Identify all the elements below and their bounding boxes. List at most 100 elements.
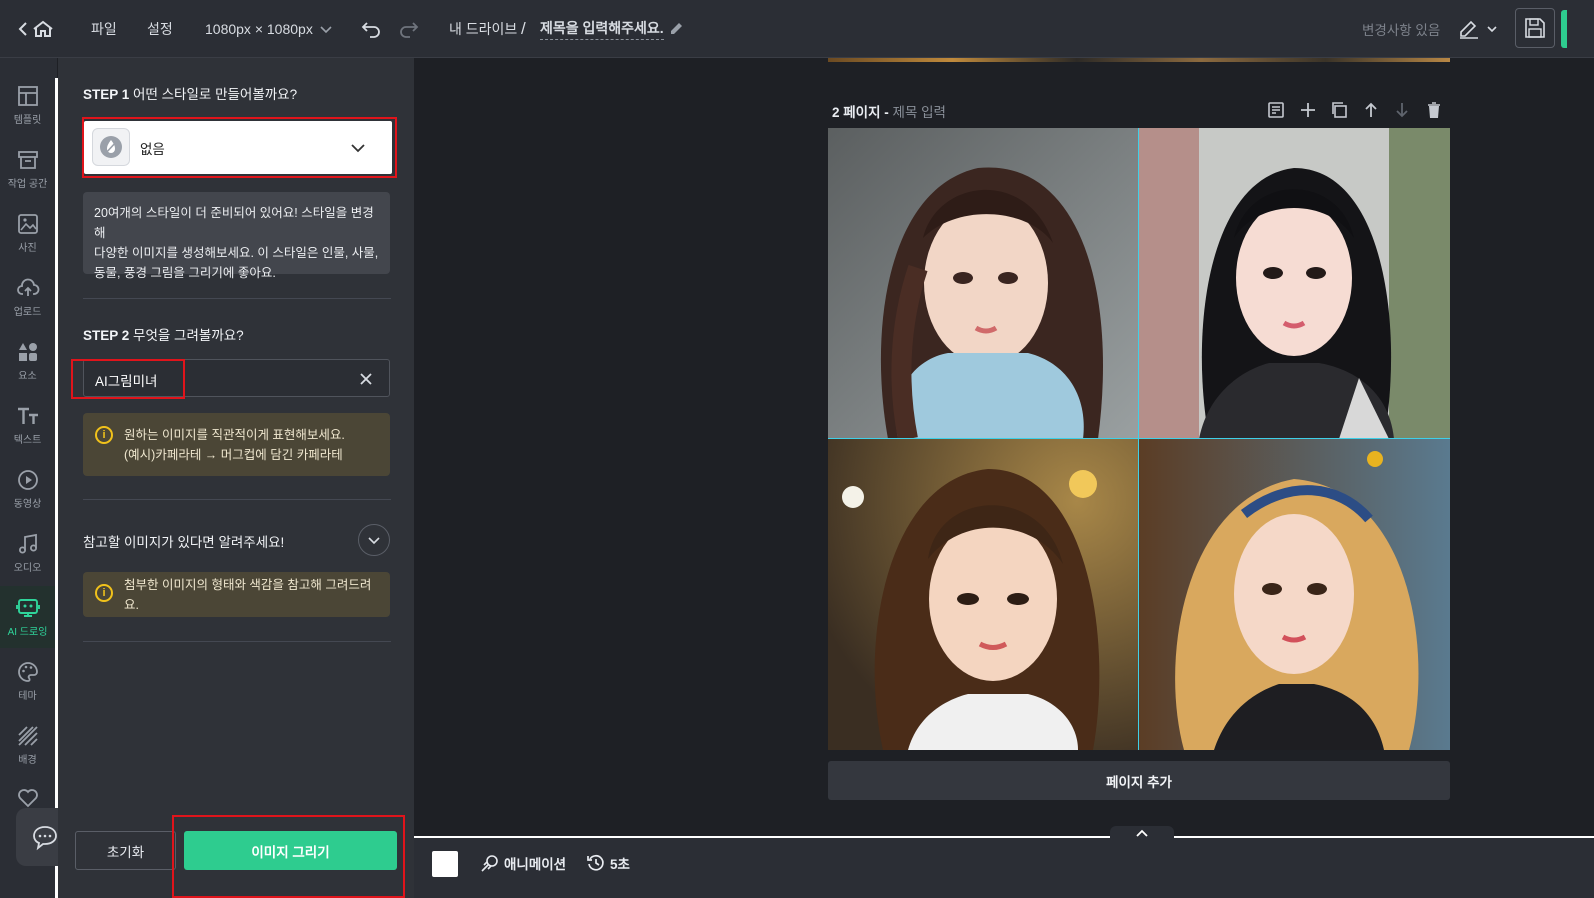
memo-icon [1268,102,1284,118]
portrait-image [1139,439,1450,750]
redo-button[interactable] [398,0,420,58]
animation-icon [481,855,498,872]
trash-icon [1428,102,1440,118]
sidebar-item-upload[interactable]: 업로드 [0,266,55,328]
sidebar-item-ai-drawing[interactable]: AI 드로잉 [0,586,55,648]
background-icon [17,726,38,746]
step2-number: STEP 2 [83,328,130,343]
timeline-toggle-button[interactable] [1110,826,1174,840]
sidebar-item-video[interactable]: 동영상 [0,458,55,520]
style-desc-line: 다양한 이미지를 생성해보세요. 이 스타일은 인물, 사물, [94,246,379,260]
copy-icon [1332,102,1347,118]
sidebar-item-label: 작업 공간 [7,179,48,190]
save-disk-icon [1525,18,1545,38]
page-title-input[interactable]: 제목 입력 [893,105,946,120]
back-home-icon [18,20,53,37]
tip-line: 첨부한 이미지의 형태와 색감을 참고해 그려드려요. [124,577,372,612]
timeline-bar: 애니메이션 5초 [414,826,1594,898]
undo-button[interactable] [360,0,382,58]
sidebar-item-template[interactable]: 템플릿 [0,74,55,136]
save-button[interactable] [1515,8,1555,48]
generated-image-4[interactable] [1139,439,1450,750]
animation-label: 애니메이션 [504,857,567,872]
generated-image-3[interactable] [828,439,1139,750]
divider [83,499,391,500]
page-memo-button[interactable] [1266,100,1286,120]
generated-image-2[interactable] [1139,128,1450,439]
add-page-button[interactable]: 페이지 추가 [828,761,1450,800]
ai-drawing-icon [15,599,40,617]
sidebar-item-text[interactable]: 텍스트 [0,394,55,456]
move-page-up-button[interactable] [1361,100,1381,120]
back-home-button[interactable] [18,0,56,58]
sidebar-item-label: 업로드 [13,307,42,318]
design-page[interactable] [828,128,1450,750]
sidebar-item-audio[interactable]: 오디오 [0,522,55,584]
arrow-up-icon [1365,102,1377,117]
style-desc-line: 동물, 풍경 그림을 그리기에 좋아요. [94,266,276,280]
reset-button[interactable]: 초기화 [75,831,176,870]
sidebar-item-theme[interactable]: 테마 [0,650,55,712]
step2-title: STEP 2 무엇을 그려볼까요? [83,324,244,344]
clear-input-icon[interactable] [359,372,373,386]
animation-button[interactable]: 애니메이션 [480,853,566,873]
page-number-label: 2 페이지 - [832,105,889,120]
sidebar-item-label: 테마 [18,691,37,702]
reference-expand-button[interactable] [358,524,390,556]
arrow-down-icon [1396,103,1408,118]
page-header: 2 페이지 - 제목 입력 [832,101,946,121]
sidebar-item-label: 텍스트 [13,435,42,446]
audio-icon [18,533,37,554]
photo-icon [17,214,38,234]
document-title[interactable]: 제목을 입력해주세요. [540,0,684,58]
step1-title: STEP 1 어떤 스타일로 만들어볼까요? [83,83,297,103]
menu-file[interactable]: 파일 [91,0,117,58]
add-page-icon-button[interactable] [1298,100,1318,120]
generated-image-1[interactable] [828,128,1139,439]
edit-pencil-icon [670,23,682,34]
selection-guide-vertical [1138,128,1139,750]
duplicate-page-button[interactable] [1329,100,1349,120]
portrait-image [828,128,1139,439]
info-icon: i [95,584,113,602]
duration-button[interactable]: 5초 [586,853,630,873]
chevron-down-icon [368,537,380,545]
sidebar-item-background[interactable]: 배경 [0,714,55,776]
highlight-draw-button [172,815,405,898]
breadcrumb-drive[interactable]: 내 드라이브 [449,0,517,58]
delete-page-button[interactable] [1424,100,1444,120]
portrait-image [828,439,1139,750]
pen-dropdown-icon [1460,20,1497,39]
share-button-edge[interactable] [1561,10,1567,48]
edit-mode-dropdown[interactable] [1458,0,1498,58]
move-page-down-button[interactable] [1392,100,1412,120]
video-icon [17,470,38,490]
reference-tip: i 첨부한 이미지의 형태와 색감을 참고해 그려드려요. [83,572,390,617]
step1-text: 어떤 스타일로 만들어볼까요? [133,87,298,102]
chevron-up-icon [1136,829,1148,837]
sidebar-item-photo[interactable]: 사진 [0,202,55,264]
menu-settings[interactable]: 설정 [147,0,173,58]
reference-image-label: 참고할 이미지가 있다면 알려주세요! [83,535,285,550]
previous-page-strip [828,58,1450,62]
canvas-size-label: 1080px × 1080px [205,21,313,37]
highlight-style-select [82,117,397,178]
page-thumbnail[interactable] [432,851,458,877]
undo-icon [361,22,380,38]
text-icon [17,407,38,424]
prompt-tip: i 원하는 이미지를 직관적이게 표현해보세요. (예시)카페라테 → 머그컵에… [83,413,390,476]
highlight-prompt-text [71,359,185,399]
canvas-size-dropdown[interactable]: 1080px × 1080px [205,0,333,58]
chevron-down-icon [320,26,332,34]
top-bar: 파일 설정 1080px × 1080px 내 드라이브 / 제목을 입력해주세… [0,0,1594,58]
ai-drawing-panel [58,58,414,898]
elements-icon [18,343,37,361]
sidebar-item-workspace[interactable]: 작업 공간 [0,138,55,200]
style-description: 20여개의 스타일이 더 준비되어 있어요! 스타일을 변경해 다양한 이미지를… [83,192,390,280]
upload-icon [16,278,39,296]
divider [83,641,391,642]
sidebar-item-elements[interactable]: 요소 [0,330,55,392]
sidebar-item-label: 요소 [18,371,37,382]
workspace-icon [17,151,38,169]
redo-icon [400,22,419,38]
